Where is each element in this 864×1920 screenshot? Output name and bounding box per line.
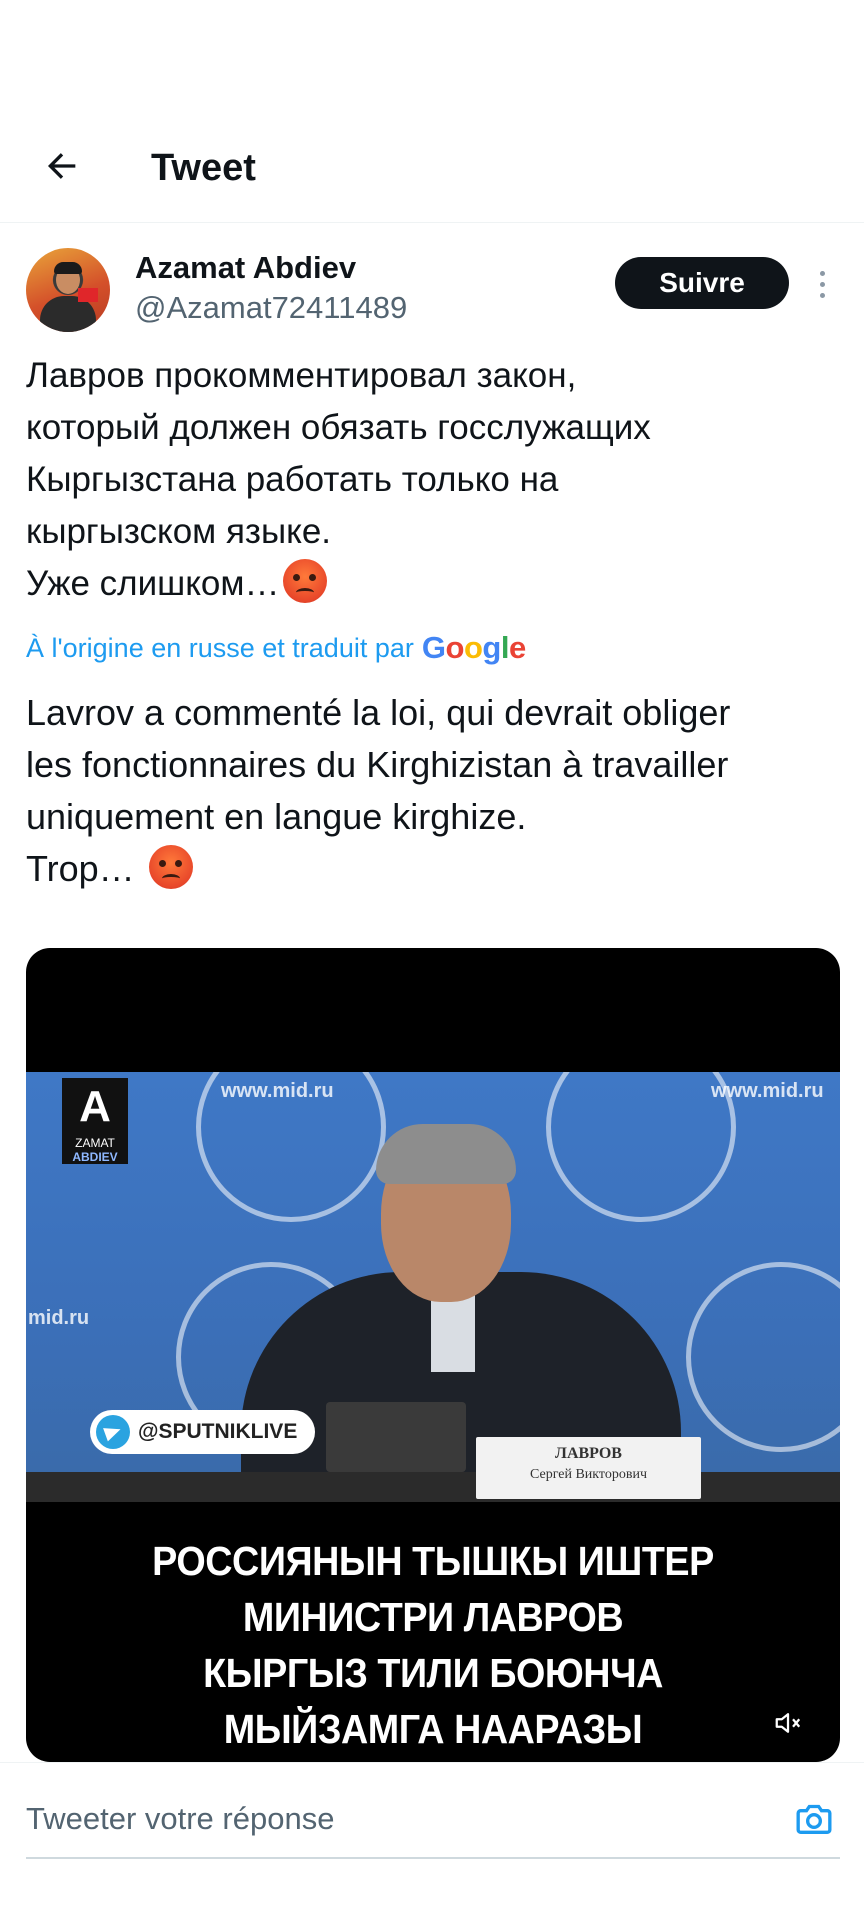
tweet-video[interactable]: www.mid.ru www.mid.ru mid.ru ЛАВРОВ Серг…	[26, 948, 840, 1762]
nameplate-line1: ЛАВРОВ	[555, 1445, 622, 1462]
tweet-text-translated-body: Lavrov a commenté la loi, qui devrait ob…	[26, 692, 731, 889]
google-logo: Google	[421, 630, 526, 665]
angry-face-emoji	[283, 559, 328, 603]
nameplate-line2: Сергей Викторович	[529, 1467, 647, 1482]
arrow-left-icon	[48, 153, 76, 179]
divider	[26, 1857, 840, 1859]
author-handle[interactable]: @Azamat72411489	[135, 290, 407, 326]
translation-notice[interactable]: À l'origine en russe et traduit par Goog…	[26, 628, 526, 668]
tweet-text-original: Лавров прокомментировал закон, который д…	[26, 350, 846, 610]
reply-bar: Tweeter votre réponse	[0, 1762, 864, 1863]
camera-icon[interactable]	[794, 1799, 834, 1839]
back-button[interactable]	[34, 138, 90, 194]
tweet-text-original-body: Лавров прокомментировал закон, который д…	[26, 356, 651, 603]
page-title: Tweet	[151, 147, 256, 189]
top-bar: Tweet	[0, 110, 864, 223]
follow-button[interactable]: Suivre	[615, 257, 789, 309]
nameplate: ЛАВРОВ Сергей Викторович	[476, 1437, 701, 1499]
channel-logo-bottom: ABDIEV	[72, 1150, 118, 1164]
translation-notice-label: À l'origine en russe et traduit par	[26, 633, 414, 663]
telegram-tag-label: @SPUTNIKLIVE	[138, 1420, 298, 1443]
author-name[interactable]: Azamat Abdiev	[135, 250, 356, 286]
muted-speaker-icon[interactable]	[771, 1708, 805, 1738]
video-caption: РОССИЯНЫН ТЫШКЫ ИШТЕР МИНИСТРИ ЛАВРОВ КЫ…	[152, 1538, 714, 1752]
telegram-tag: @SPUTNIKLIVE	[90, 1410, 316, 1454]
site-watermark-left: mid.ru	[28, 1307, 90, 1329]
tweet-text-translated: Lavrov a commenté la loi, qui devrait ob…	[26, 687, 846, 895]
channel-logo-top: ZAMAT	[75, 1136, 115, 1150]
channel-logo: A ZAMAT ABDIEV	[62, 1078, 128, 1164]
telegram-icon	[96, 1415, 130, 1449]
angry-face-emoji	[148, 845, 193, 889]
reply-input[interactable]: Tweeter votre réponse	[26, 1799, 334, 1839]
more-vertical-icon[interactable]	[808, 262, 836, 306]
avatar[interactable]	[26, 248, 110, 332]
